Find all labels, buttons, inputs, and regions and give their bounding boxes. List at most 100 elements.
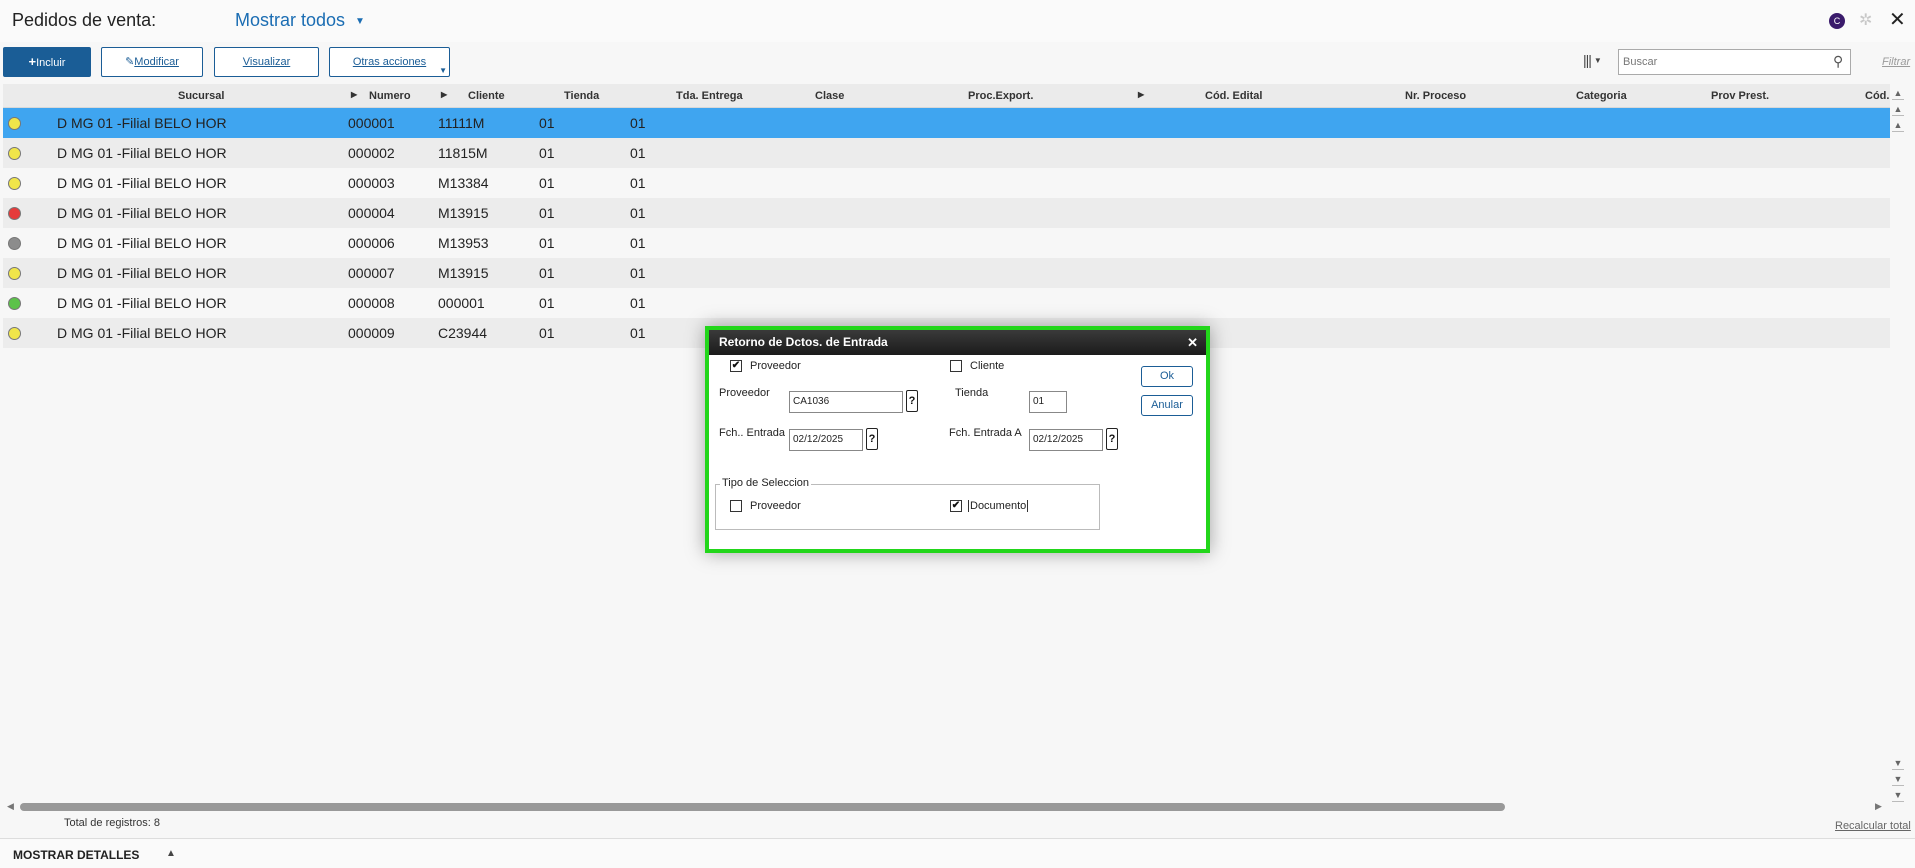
close-icon[interactable]: ✕ [1187,330,1198,355]
sort-arrow-icon[interactable]: ▶ [441,90,447,99]
horizontal-scroll-thumb[interactable] [20,803,1505,811]
scroll-top-icon[interactable]: ▲ [1892,86,1904,100]
mostrar-detalles-label[interactable]: MOSTRAR DETALLES [13,848,139,862]
fch-entrada-a-lookup-button[interactable]: ? [1106,428,1118,450]
user-avatar-icon[interactable]: C [1829,13,1845,29]
col-categoria[interactable]: Categoria [1576,90,1627,102]
cell-sucursal: D MG 01 -Filial BELO HOR [57,295,227,311]
cell-cliente: 11111M [438,115,485,131]
toolbar: +Incluir ✎Modificar Visualizar Otras acc… [0,44,1915,78]
cell-tienda: 01 [539,295,555,311]
columns-icon[interactable]: ||| ▼ [1583,52,1602,68]
status-dot-icon [8,297,21,310]
table-row[interactable]: D MG 01 -Filial BELO HOR 000003 M13384 01 01 [3,168,1890,198]
cell-tda-entrega: 01 [630,145,646,161]
otras-acciones-label: Otras acciones [352,56,427,68]
col-nr-proceso[interactable]: Nr. Proceso [1405,90,1466,102]
cell-tda-entrega: 01 [630,175,646,191]
view-selector-label: Mostrar todos [235,10,346,30]
table-row[interactable]: D MG 01 -Filial BELO HOR 000006 M13953 01 01 [3,228,1890,258]
scroll-bottom-icon[interactable]: ▼ [1892,788,1904,802]
col-cliente[interactable]: Cliente [468,90,505,102]
cell-cliente: M13915 [438,265,489,281]
scroll-page-up-icon[interactable]: ▲ [1892,102,1904,116]
tienda-field[interactable]: 01 [1029,391,1067,413]
proveedor-field[interactable]: CA1036 [789,391,903,413]
col-prov-prest[interactable]: Prov Prest. [1711,90,1769,102]
scroll-down-icon[interactable]: ▼ [1892,756,1904,770]
cell-tienda: 01 [539,115,555,131]
gear-icon[interactable]: ✲ [1859,10,1872,30]
cell-tda-entrega: 01 [630,295,646,311]
horizontal-scrollbar[interactable]: ◀ ▶ [3,800,1890,814]
col-cod-edital[interactable]: Cód. Edital [1205,90,1262,102]
cell-tienda: 01 [539,145,555,161]
search-input[interactable] [1618,49,1851,75]
fch-entrada-lookup-button[interactable]: ? [866,428,878,450]
sort-arrow-icon[interactable]: ▶ [351,90,357,99]
sel-documento-label: Documento [968,500,1029,512]
scroll-left-icon[interactable]: ◀ [7,801,14,812]
chevron-down-icon: ▼ [439,66,447,75]
proveedor-checkbox[interactable]: ✔ [730,360,742,372]
visualizar-button[interactable]: Visualizar [214,47,319,77]
status-dot-icon [8,267,21,280]
view-selector[interactable]: Mostrar todos ▼ [235,10,365,31]
table-row[interactable]: D MG 01 -Filial BELO HOR 000004 M13915 01 01 [3,198,1890,228]
cell-cliente: M13384 [438,175,489,191]
search-icon[interactable]: ⚲ [1833,53,1843,70]
cliente-checkbox[interactable] [950,360,962,372]
col-tda-entrega[interactable]: Tda. Entrega [676,90,743,102]
sel-documento-checkbox[interactable]: ✔ [950,500,962,512]
cell-tda-entrega: 01 [630,325,646,341]
col-cod[interactable]: Cód. [1865,90,1889,102]
ok-button[interactable]: Ok [1141,366,1193,387]
scroll-up-icon[interactable]: ▲ [1892,118,1904,132]
otras-acciones-button[interactable]: Otras acciones ▼ [329,47,450,77]
modificar-button[interactable]: ✎Modificar [101,47,203,77]
fch-entrada-a-field[interactable]: 02/12/2025 [1029,429,1103,451]
anular-button[interactable]: Anular [1141,395,1193,416]
table-row[interactable]: D MG 01 -Filial BELO HOR 000001 11111M 01 01 [3,108,1890,138]
table-row[interactable]: D MG 01 -Filial BELO HOR 000007 M13915 01 01 [3,258,1890,288]
cell-numero: 000009 [348,325,395,341]
cell-sucursal: D MG 01 -Filial BELO HOR [57,265,227,281]
dialog-body: ✔ Proveedor Cliente Ok Anular Proveedor … [709,355,1206,549]
status-dot-icon [8,177,21,190]
table-row[interactable]: D MG 01 -Filial BELO HOR 000008 000001 01 01 [3,288,1890,318]
cell-numero: 000002 [348,145,395,161]
col-sucursal[interactable]: Sucursal [178,90,224,102]
visualizar-label: Visualizar [242,56,291,68]
status-dot-icon [8,147,21,160]
cell-cliente: M13915 [438,205,489,221]
incluir-button[interactable]: +Incluir [3,47,91,77]
recalcular-total-link[interactable]: Recalcular total [1835,820,1911,832]
tipo-seleccion-title: Tipo de Seleccion [720,477,812,489]
chevron-up-icon[interactable]: ▲ [166,848,176,859]
vertical-scrollbar[interactable]: ▲ ▲ ▲ ▼ ▼ ▼ [1890,84,1906,814]
col-numero[interactable]: Numero [369,90,411,102]
filtrar-link[interactable]: Filtrar [1882,56,1910,68]
col-clase[interactable]: Clase [815,90,844,102]
close-icon[interactable]: ✕ [1889,7,1906,32]
fch-entrada-label: Fch.. Entrada [719,427,786,439]
fch-entrada-field[interactable]: 02/12/2025 [789,429,863,451]
proveedor-lookup-button[interactable]: ? [906,390,918,412]
scroll-page-down-icon[interactable]: ▼ [1892,772,1904,786]
cell-sucursal: D MG 01 -Filial BELO HOR [57,175,227,191]
details-footer[interactable]: MOSTRAR DETALLES ▲ [0,838,1915,868]
scroll-right-icon[interactable]: ▶ [1875,801,1882,812]
cell-numero: 000001 [348,115,395,131]
fch-entrada-a-label: Fch. Entrada A [949,427,1022,439]
col-proc-export[interactable]: Proc.Export. [968,90,1033,102]
status-dot-icon [8,117,21,130]
cell-sucursal: D MG 01 -Filial BELO HOR [57,115,227,131]
cell-numero: 000008 [348,295,395,311]
table-row[interactable]: D MG 01 -Filial BELO HOR 000002 11815M 01 01 [3,138,1890,168]
cell-cliente: 11815M [438,145,488,161]
col-tienda[interactable]: Tienda [564,90,599,102]
sort-arrow-icon[interactable]: ▶ [1138,90,1144,99]
cell-tda-entrega: 01 [630,205,646,221]
sel-proveedor-label: Proveedor [750,500,801,512]
sel-proveedor-checkbox[interactable] [730,500,742,512]
